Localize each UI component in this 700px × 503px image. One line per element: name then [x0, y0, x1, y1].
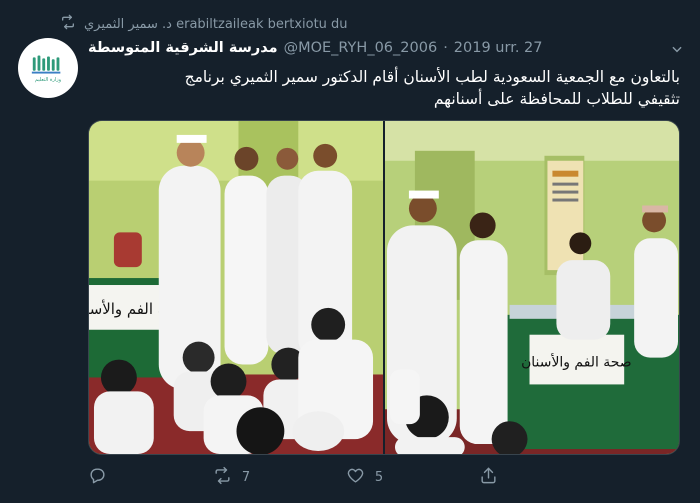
share-button[interactable]	[479, 466, 508, 489]
tweet-header: مدرسة الشرقية المتوسطة @MOE_RYH_06_2006 …	[88, 40, 678, 56]
like-count: 5	[374, 470, 384, 485]
media-gallery: صحة الفم والأسنان	[88, 120, 680, 455]
more-options-chevron-icon[interactable]	[670, 42, 684, 59]
tweet-text-line-1: بالتعاون مع الجمعية السعودية لطب الأسنان…	[184, 68, 680, 86]
retweet-icon	[213, 466, 232, 489]
tweet-text: بالتعاون مع الجمعية السعودية لطب الأسنان…	[88, 66, 680, 110]
header-separator: ·	[443, 40, 448, 56]
retweet-context-text[interactable]: د. سمير الثميري erabiltzaileak bertxiotu…	[84, 17, 348, 32]
tweet-photo-1[interactable]: صحة الفم والأسنان	[89, 121, 383, 454]
like-button[interactable]: 5	[346, 466, 383, 489]
tweet-text-line-2: تثقيفي للطلاب للمحافظة على أسنانهم	[433, 90, 680, 108]
reply-icon	[88, 466, 107, 489]
user-handle[interactable]: @MOE_RYH_06_2006	[284, 40, 438, 56]
avatar-logo-text: وزارة التعليم	[34, 76, 62, 83]
display-name[interactable]: مدرسة الشرقية المتوسطة	[88, 40, 278, 56]
tweet-date[interactable]: 2019 urr. 27	[454, 40, 543, 56]
tweet-actions: 7 5	[88, 466, 508, 489]
heart-icon	[346, 466, 365, 489]
retweet-button[interactable]: 7	[213, 466, 250, 489]
photo-2-image: صحة الفم والأسنان	[385, 121, 679, 454]
retweet-context-icon	[60, 14, 76, 34]
retweet-count: 7	[241, 470, 251, 485]
retweet-context: د. سمير الثميري erabiltzaileak bertxiotu…	[60, 14, 348, 34]
reply-button[interactable]	[88, 466, 117, 489]
share-icon	[479, 466, 498, 489]
tweet-photo-2[interactable]: صحة الفم والأسنان	[385, 121, 679, 454]
avatar[interactable]: وزارة التعليم	[18, 38, 78, 98]
photo-2-banner-text: صحة الفم والأسنان	[521, 353, 632, 371]
photo-1-image: صحة الفم والأسنان	[89, 121, 383, 454]
ministry-logo-icon	[31, 55, 61, 74]
